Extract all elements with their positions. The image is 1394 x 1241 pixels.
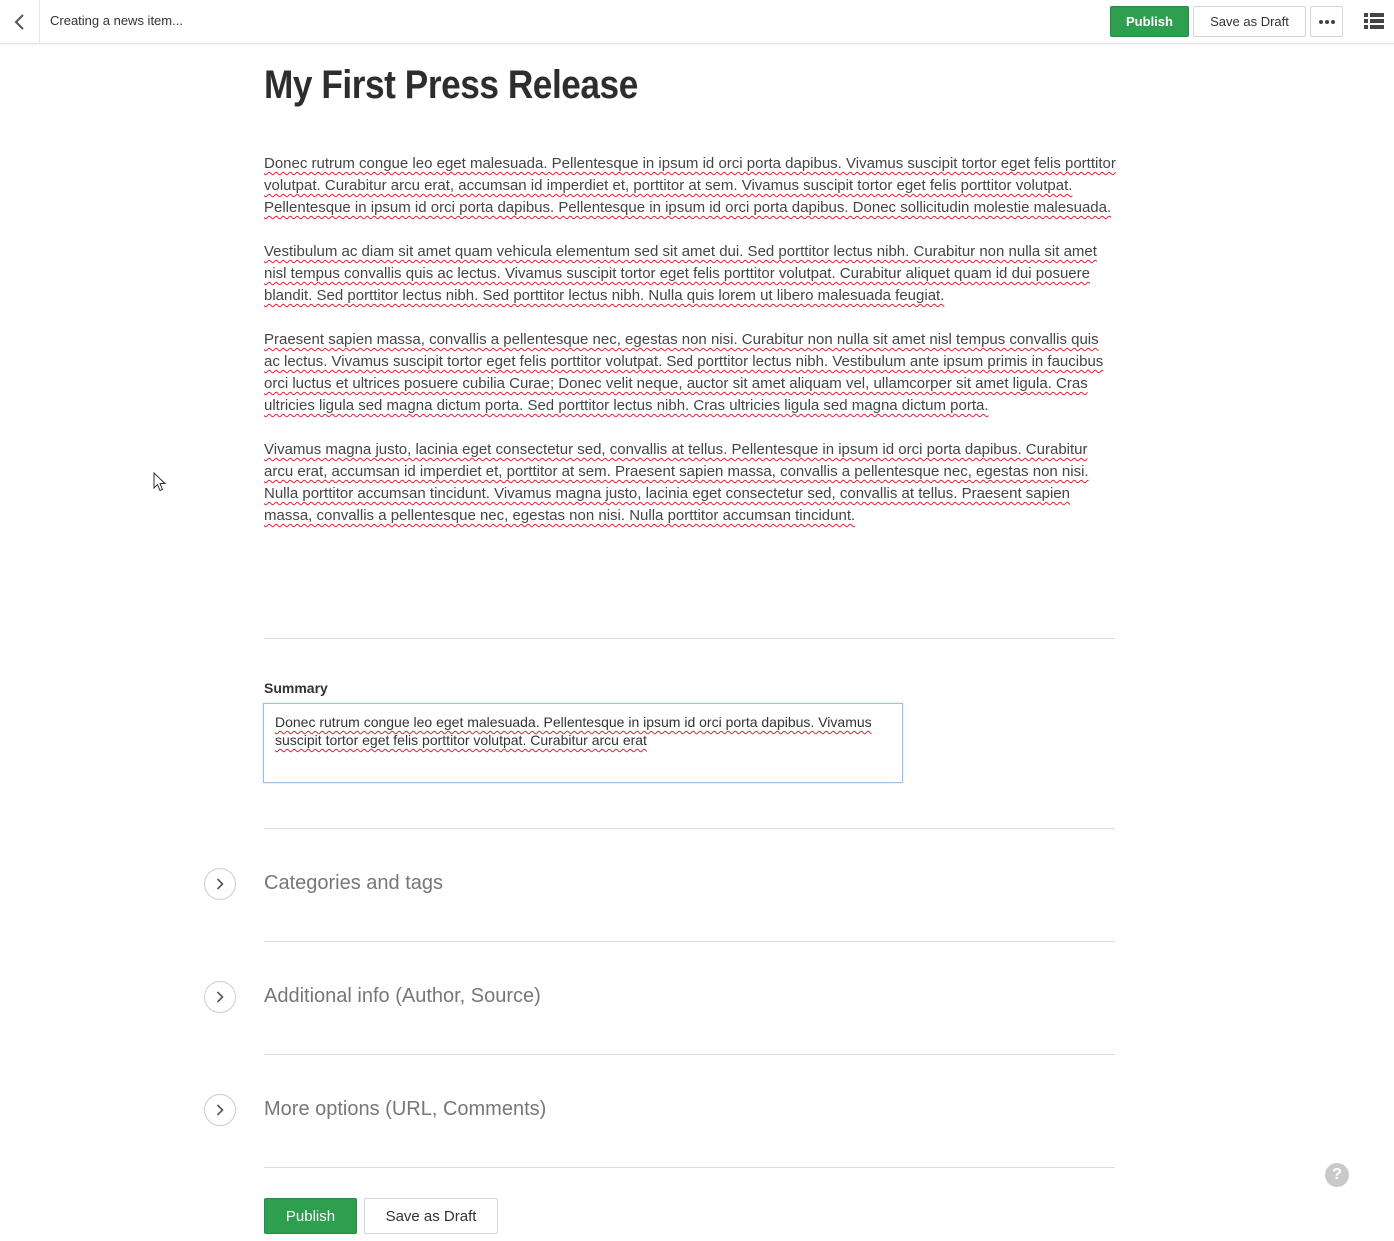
divider: [264, 638, 1115, 639]
publish-button-top[interactable]: Publish: [1110, 6, 1189, 37]
summary-label: Summary: [264, 680, 328, 696]
help-icon[interactable]: ?: [1325, 1163, 1349, 1187]
list-view-icon[interactable]: [1364, 12, 1384, 30]
more-actions-button[interactable]: [1310, 6, 1343, 37]
body-paragraph: Vestibulum ac diam sit amet quam vehicul…: [264, 243, 1097, 304]
ellipsis-dot: [1324, 19, 1329, 24]
expand-chevron-icon[interactable]: [204, 981, 236, 1013]
ellipsis-dot: [1330, 19, 1335, 24]
section-categories-and-tags[interactable]: Categories and tags: [204, 864, 1115, 904]
chevron-right-icon: [216, 1104, 224, 1116]
article-title[interactable]: My First Press Release: [264, 63, 638, 108]
chevron-left-icon: [14, 14, 24, 30]
save-draft-button-bottom[interactable]: Save as Draft: [364, 1198, 498, 1234]
divider: [264, 941, 1115, 942]
body-paragraph: Praesent sapien massa, convallis a pelle…: [264, 331, 1104, 414]
divider: [264, 1054, 1115, 1055]
ellipsis-icon: [1318, 19, 1323, 24]
expand-chevron-icon[interactable]: [204, 868, 236, 900]
back-button[interactable]: [0, 0, 40, 44]
chevron-right-icon: [216, 878, 224, 890]
section-label: Additional info (Author, Source): [264, 985, 541, 1007]
article-body-editor[interactable]: Donec rutrum congue leo eget malesuada. …: [264, 153, 1116, 549]
body-paragraph: Vivamus magna justo, lacinia eget consec…: [264, 441, 1089, 524]
body-paragraph: Donec rutrum congue leo eget malesuada. …: [264, 155, 1116, 216]
expand-chevron-icon[interactable]: [204, 1094, 236, 1126]
divider: [264, 828, 1115, 829]
section-additional-info[interactable]: Additional info (Author, Source): [204, 977, 1115, 1017]
save-draft-button-top[interactable]: Save as Draft: [1193, 6, 1306, 37]
chevron-right-icon: [216, 991, 224, 1003]
section-more-options[interactable]: More options (URL, Comments): [204, 1090, 1115, 1130]
summary-textarea[interactable]: Donec rutrum congue leo eget malesuada. …: [263, 703, 903, 783]
mouse-cursor-icon: [153, 472, 167, 492]
summary-text: Donec rutrum congue leo eget malesuada. …: [275, 714, 872, 748]
page-status-title: Creating a news item...: [50, 13, 183, 28]
top-toolbar: Creating a news item... Publish Save as …: [0, 0, 1394, 44]
section-label: Categories and tags: [264, 872, 444, 894]
publish-button-bottom[interactable]: Publish: [264, 1198, 357, 1234]
divider: [264, 1167, 1115, 1168]
section-label: More options (URL, Comments): [264, 1098, 547, 1120]
